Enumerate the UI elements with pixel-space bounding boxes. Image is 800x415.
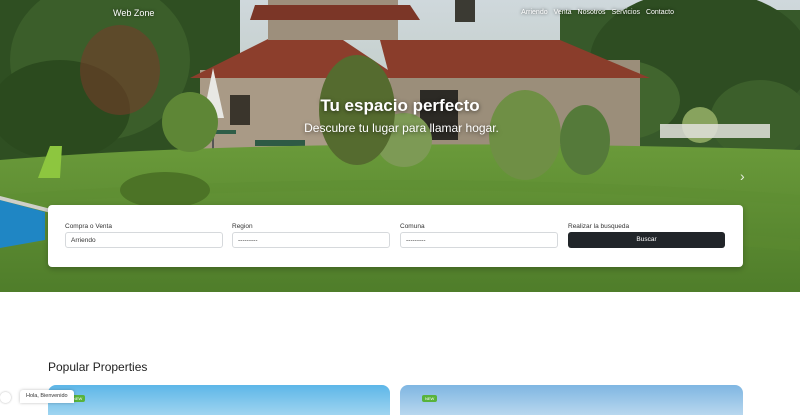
property-card[interactable]: NEW	[400, 385, 743, 415]
nav-link-nosotros[interactable]: Nosotros	[578, 9, 606, 16]
search-panel: Compra o Venta Arriendo Region ---------…	[48, 205, 743, 267]
hero-subtitle: Descubre tu lugar para llamar hogar.	[0, 121, 800, 135]
comuna-select[interactable]: ---------	[400, 232, 558, 248]
type-field: Compra o Venta Arriendo	[65, 223, 223, 248]
search-action-label: Realizar la busqueda	[568, 223, 630, 230]
search-button[interactable]: Buscar	[568, 232, 725, 248]
brand-logo[interactable]: Web Zone	[113, 8, 154, 18]
hero-subtitle-text: Descubre tu lugar para llamar hogar.	[304, 121, 499, 135]
property-card[interactable]: NEW	[48, 385, 390, 415]
comuna-label: Comuna	[400, 223, 425, 230]
new-badge: NEW	[422, 395, 438, 402]
type-select[interactable]: Arriendo	[65, 232, 223, 248]
nav-link-contacto[interactable]: Contacto	[646, 9, 674, 16]
popular-properties-heading: Popular Properties	[48, 360, 148, 374]
nav-link-arriendo[interactable]: Arriendo	[521, 9, 547, 16]
region-select[interactable]: ---------	[232, 232, 390, 248]
region-label: Region	[232, 223, 253, 230]
nav-link-venta[interactable]: Venta	[554, 9, 572, 16]
chevron-right-icon[interactable]: ›	[740, 168, 745, 184]
hero-title: Tu espacio perfecto	[320, 96, 480, 115]
nav-links: Arriendo Venta Nosotros Servicios Contac…	[521, 9, 674, 16]
region-field: Region ---------	[232, 223, 390, 248]
navbar: Web Zone Arriendo Venta Nosotros Servici…	[0, 0, 800, 26]
nav-link-servicios[interactable]: Servicios	[612, 9, 640, 16]
chat-avatar-icon[interactable]	[0, 392, 11, 403]
comuna-field: Comuna ---------	[400, 223, 558, 248]
type-label: Compra o Venta	[65, 223, 112, 230]
search-action: Realizar la busqueda Buscar	[568, 223, 725, 248]
chat-greeting[interactable]: Hola, Bienvenido	[20, 390, 74, 403]
